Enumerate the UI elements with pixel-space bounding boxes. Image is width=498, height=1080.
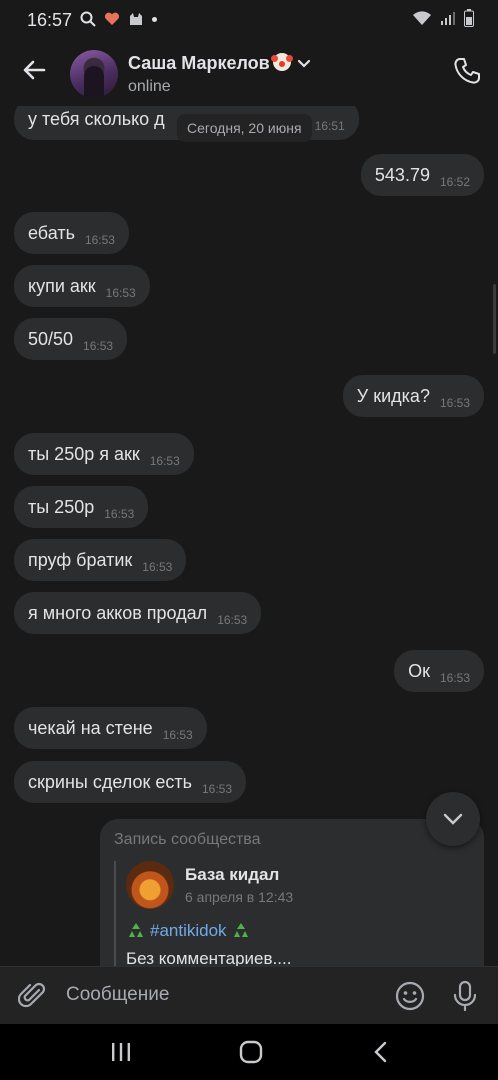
- message-time: 16:53: [162, 728, 193, 742]
- recent-apps-icon[interactable]: [108, 1040, 134, 1064]
- message-bubble[interactable]: купи акк 16:53: [14, 265, 150, 307]
- recycle-icon: [129, 923, 143, 937]
- message-time: 16:53: [201, 782, 232, 796]
- contact-name: Саша Маркелов: [128, 53, 270, 73]
- messages-list[interactable]: Сегодня, 20 июня у тебя сколько д 16:51 …: [0, 106, 498, 966]
- message-bubble[interactable]: чекай на стене 16:53: [14, 707, 207, 749]
- message-time: 16:53: [217, 613, 248, 627]
- microphone-icon[interactable]: [450, 979, 480, 1013]
- message-bubble-outgoing[interactable]: У кидка? 16:53: [342, 375, 484, 417]
- message-time: 16:51: [314, 119, 345, 133]
- repost-label: Запись сообщества: [114, 831, 261, 848]
- date-separator: Сегодня, 20 июня: [177, 114, 312, 142]
- message-bubble-outgoing[interactable]: 543.79 16:52: [360, 154, 484, 196]
- message-time: 16:53: [439, 396, 470, 410]
- repost-text: Без комментариев....: [126, 949, 292, 966]
- message-time: 16:53: [142, 560, 173, 574]
- phone-call-icon[interactable]: [452, 56, 482, 86]
- contact-name-row[interactable]: Саша Маркелов: [128, 53, 311, 74]
- system-nav-bar: [0, 1024, 498, 1080]
- message-bubble[interactable]: ебать 16:53: [14, 212, 129, 254]
- chevron-down-icon[interactable]: [297, 59, 311, 69]
- contact-status: online: [128, 78, 171, 95]
- message-time: 16:53: [84, 233, 115, 247]
- message-text: 543.79: [374, 164, 430, 185]
- message-text: Ок: [408, 660, 430, 681]
- message-time: 16:53: [104, 507, 135, 521]
- community-repost[interactable]: Запись сообщества База кидал 6 апреля в …: [100, 819, 484, 966]
- message-text: ебать: [28, 222, 75, 243]
- message-text: скрины сделок есть: [28, 771, 192, 792]
- emoji-smile-icon[interactable]: [394, 980, 426, 1012]
- back-nav-icon[interactable]: [368, 1040, 394, 1064]
- message-time: 16:53: [149, 454, 180, 468]
- message-bubble-outgoing[interactable]: Ок 16:53: [394, 650, 484, 692]
- message-text: чекай на стене: [28, 717, 153, 738]
- message-bubble[interactable]: я много акков продал 16:53: [14, 592, 262, 634]
- message-text: купи акк: [28, 275, 96, 296]
- message-bubble[interactable]: ты 250р я акк 16:53: [14, 433, 194, 475]
- avatar[interactable]: [70, 50, 118, 98]
- message-bubble[interactable]: ты 250р 16:53: [14, 486, 149, 528]
- message-bubble[interactable]: 50/50 16:53: [14, 318, 128, 360]
- hashtag-row: #antikidok: [126, 921, 251, 941]
- message-text: у тебя сколько д: [28, 108, 165, 129]
- chevron-down-icon: [443, 813, 463, 825]
- message-time: 16:53: [83, 339, 114, 353]
- scrollbar[interactable]: [493, 284, 496, 354]
- clown-emoji-icon: [270, 53, 291, 71]
- message-text: 50/50: [28, 328, 74, 349]
- attach-paperclip-icon[interactable]: [18, 981, 48, 1011]
- message-bubble[interactable]: скрины сделок есть 16:53: [14, 761, 246, 803]
- message-text: У кидка?: [356, 385, 430, 406]
- group-avatar[interactable]: [126, 861, 174, 909]
- message-time: 16:52: [439, 175, 470, 189]
- status-bar: 16:57: [0, 0, 498, 40]
- chat-header: Саша Маркелов online: [0, 40, 498, 106]
- hashtag-link[interactable]: #antikidok: [150, 921, 227, 941]
- signal-icon: [441, 12, 455, 25]
- post-date: 6 апреля в 12:43: [185, 889, 294, 905]
- message-time: 16:53: [439, 671, 470, 685]
- message-text: ты 250р: [28, 496, 95, 517]
- group-name[interactable]: База кидал: [185, 865, 279, 885]
- heart-status-icon: [104, 12, 120, 25]
- recycle-icon: [233, 923, 248, 937]
- message-bubble[interactable]: пруф братик 16:53: [14, 539, 187, 581]
- wifi-icon: [413, 11, 431, 25]
- scroll-down-button[interactable]: [426, 792, 480, 846]
- battery-icon: [464, 9, 474, 27]
- home-icon[interactable]: [238, 1040, 264, 1064]
- message-input[interactable]: Сообщение: [66, 984, 169, 1006]
- back-arrow-icon[interactable]: [18, 54, 50, 86]
- status-time: 16:57: [27, 10, 73, 30]
- dot-status-icon: [152, 16, 157, 22]
- message-text: ты 250р я акк: [28, 443, 140, 464]
- message-text: пруф братик: [28, 549, 133, 570]
- search-status-icon: [80, 11, 96, 27]
- repost-quote-bar: [114, 861, 116, 966]
- message-time: 16:53: [105, 286, 136, 300]
- message-text: я много акков продал: [28, 602, 208, 623]
- cat-status-icon: [130, 13, 142, 25]
- message-composer: Сообщение: [0, 966, 498, 1024]
